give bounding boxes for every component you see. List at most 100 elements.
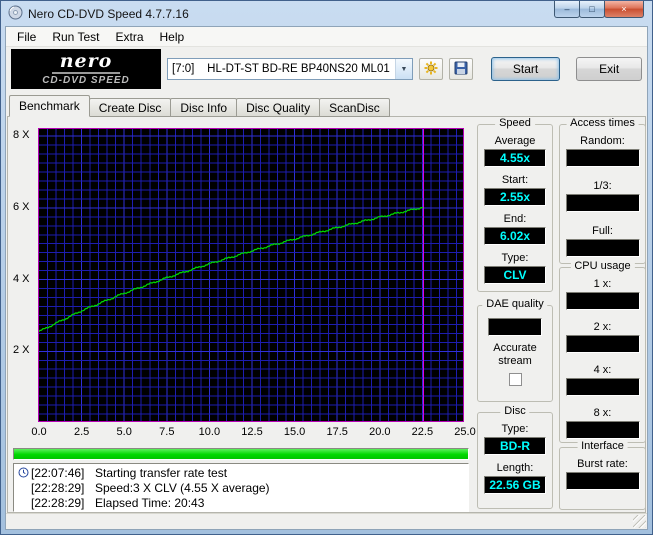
log-message: Starting transfer rate test [95, 465, 228, 480]
options-icon [424, 61, 438, 78]
disc-type-label: Type: [501, 423, 529, 435]
dae-quality-value [488, 318, 542, 336]
menu-run-test[interactable]: Run Test [44, 28, 107, 46]
speed-start-value: 2.55x [484, 188, 546, 206]
access-one-third-label: 1/3: [593, 180, 612, 192]
benchmark-tab-page: 2 X 4 X 6 X 8 X 0.0 2.5 5.0 7.5 10.0 12.5 15.0 17.5… [7, 116, 646, 513]
disc-group-title: Disc [500, 405, 530, 417]
log-timestamp: [22:07:46] [31, 465, 85, 480]
speed-type-label: Type: [501, 252, 529, 264]
start-button[interactable]: Start [490, 57, 561, 81]
log-timestamp: [22:28:29] [31, 495, 85, 510]
disc-group: Disc Type: BD-R Length: 22.56 GB [477, 405, 553, 509]
close-button[interactable]: × [604, 1, 644, 18]
access-times-group: Access times Random: 1/3: Full: [559, 117, 646, 264]
disc-type-value: BD-R [484, 437, 546, 455]
cpu-usage-group: CPU usage 1 x: 2 x: 4 x: 8 x: [559, 260, 646, 443]
cpu-1x-label: 1 x: [593, 278, 612, 290]
y-tick-label: 6 X [13, 200, 30, 213]
cpu-1x: 1 x: [560, 278, 645, 310]
exit-button[interactable]: Exit [576, 57, 642, 81]
dae-quality-group: DAE quality Accurate stream [477, 298, 553, 402]
tab-benchmark[interactable]: Benchmark [9, 95, 90, 117]
cpu-4x: 4 x: [560, 364, 645, 396]
burst-rate: Burst rate: [560, 458, 645, 490]
log-message: Elapsed Time: 20:43 [95, 495, 205, 510]
menu-extra[interactable]: Extra [107, 28, 151, 46]
title-bar[interactable]: Nero CD-DVD Speed 4.7.7.16 – □ × [1, 1, 652, 26]
cpu-4x-value [565, 378, 640, 396]
speed-group: Speed Average 4.55x Start: 2.55x End: 6.… [477, 117, 553, 292]
save-icon [454, 61, 468, 78]
disc-length-label: Length: [496, 462, 534, 474]
x-tick-label: 22.5 [411, 426, 434, 438]
log-list: [22:07:46] Starting transfer rate test [… [13, 463, 469, 512]
resize-grip[interactable] [633, 515, 646, 528]
cpu-8x: 8 x: [560, 407, 645, 439]
access-one-third-value [565, 194, 640, 212]
x-tick-label: 2.5 [73, 426, 90, 438]
speed-end-value: 6.02x [484, 227, 546, 245]
speed-start-label: Start: [501, 174, 529, 186]
cpu-8x-value [565, 421, 640, 439]
log-timestamp: [22:28:29] [31, 480, 85, 495]
nero-product-text: CD-DVD SPEED [42, 75, 130, 86]
chart-area: 2 X 4 X 6 X 8 X 0.0 2.5 5.0 7.5 10.0 12.5 15.0 17.5… [8, 117, 476, 445]
minimize-button[interactable]: – [554, 1, 580, 18]
drive-select[interactable]: [7:0] HL-DT-ST BD-RE BP40NS20 ML01 ▼ [167, 58, 413, 80]
x-tick-label: 0.0 [31, 426, 47, 438]
burst-rate-value [565, 472, 640, 490]
tab-disc-info[interactable]: Disc Info [170, 98, 238, 117]
tab-strip: Benchmark Create Disc Disc Info Disc Qua… [9, 95, 390, 117]
speed-average-label: Average [494, 135, 536, 147]
status-bar [6, 513, 647, 529]
menu-help[interactable]: Help [152, 28, 193, 46]
toolbar: nero CD-DVD SPEED [7:0] HL-DT-ST BD-RE B… [6, 47, 647, 91]
maximize-button[interactable]: □ [579, 1, 605, 18]
access-random-label: Random: [580, 135, 625, 147]
speed-average: Average 4.55x [478, 135, 552, 167]
tab-scandisc[interactable]: ScanDisc [319, 98, 390, 117]
log-row: [22:07:46] Starting transfer rate test [16, 465, 466, 480]
clock-icon [16, 467, 31, 478]
x-tick-label: 7.5 [159, 426, 175, 438]
burst-rate-label: Burst rate: [577, 458, 628, 470]
access-full: Full: [560, 225, 645, 257]
chevron-down-icon: ▼ [395, 59, 412, 79]
disc-length-value: 22.56 GB [484, 476, 546, 494]
benchmark-plot [38, 128, 464, 422]
window-title: Nero CD-DVD Speed 4.7.7.16 [28, 6, 189, 21]
cpu-2x: 2 x: [560, 321, 645, 353]
y-tick-label: 4 X [13, 272, 30, 285]
save-button[interactable] [448, 58, 473, 80]
disc-length: Length: 22.56 GB [478, 462, 552, 494]
tab-disc-quality[interactable]: Disc Quality [236, 98, 321, 117]
log-row: [22:28:29] Elapsed Time: 20:43 [16, 495, 466, 510]
x-tick-label: 17.5 [326, 426, 348, 438]
speed-start: Start: 2.55x [478, 174, 552, 206]
access-random-value [565, 149, 640, 167]
cpu-8x-label: 8 x: [593, 407, 612, 419]
tab-create-disc[interactable]: Create Disc [88, 98, 172, 117]
accurate-stream-checkbox[interactable] [508, 373, 522, 386]
menu-bar: File Run Test Extra Help [6, 27, 647, 47]
speed-type-value: CLV [484, 266, 546, 284]
y-tick-label: 2 X [13, 344, 30, 357]
x-tick-label: 10.0 [198, 426, 221, 438]
x-tick-label: 15.0 [283, 426, 306, 438]
nero-logo: nero CD-DVD SPEED [11, 49, 161, 89]
options-button[interactable] [419, 58, 443, 80]
speed-group-title: Speed [495, 117, 535, 129]
cpu-usage-group-title: CPU usage [570, 260, 635, 272]
dae-quality-group-title: DAE quality [482, 298, 548, 310]
menu-file[interactable]: File [9, 28, 44, 46]
x-tick-label: 5.0 [116, 426, 132, 438]
disc-type: Type: BD-R [478, 423, 552, 455]
log-row: [22:28:29] Speed:3 X CLV (4.55 X average… [16, 480, 466, 495]
progress-fill [14, 449, 468, 459]
access-one-third: 1/3: [560, 180, 645, 212]
drive-select-value: [7:0] HL-DT-ST BD-RE BP40NS20 ML01 [172, 63, 390, 75]
access-full-label: Full: [592, 225, 613, 237]
speed-end-label: End: [503, 213, 527, 225]
access-random: Random: [560, 135, 645, 167]
